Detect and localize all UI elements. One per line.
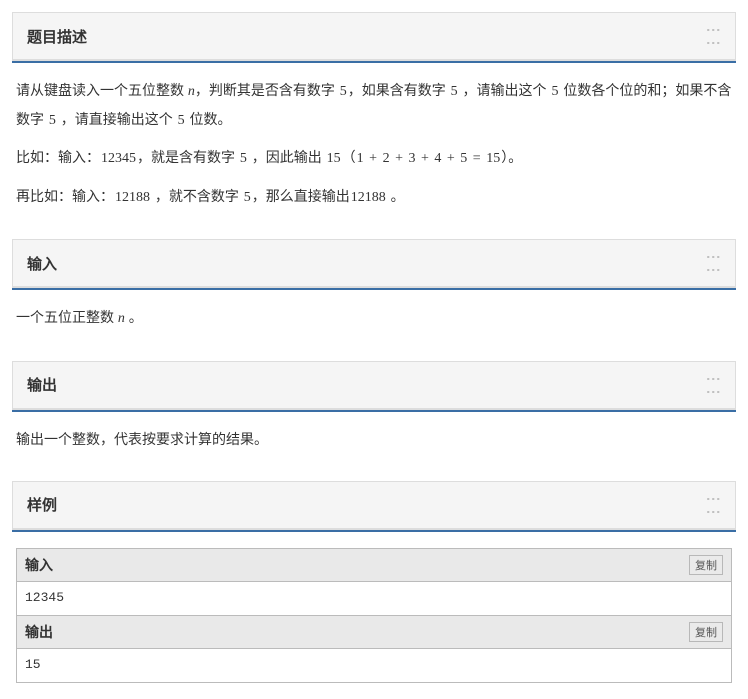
description-para-2: 比如：输入：12345，就是含有数字 5 ，因此输出 15（1 + 2 + 3 … xyxy=(16,144,732,173)
sample-input-label: 输入 xyxy=(25,552,53,579)
output-title: 输出 xyxy=(27,374,57,395)
sample-input-header: 输入 复制 xyxy=(17,549,731,583)
sample-output-header: 输出 复制 xyxy=(17,615,731,650)
sample-panel: 样例 ⋮⋮ xyxy=(12,481,736,530)
drag-handle-icon[interactable]: ⋮⋮ xyxy=(707,23,721,49)
problem-description-panel: 题目描述 ⋮⋮ xyxy=(12,12,736,61)
output-body: 输出一个整数，代表按要求计算的结果。 xyxy=(12,412,736,481)
copy-input-button[interactable]: 复制 xyxy=(689,555,723,575)
input-title: 输入 xyxy=(27,253,57,274)
sample-input-value: 12345 xyxy=(17,582,731,615)
description-title: 题目描述 xyxy=(27,26,87,47)
input-body: 一个五位正整数 n 。 xyxy=(12,290,736,361)
input-text: 一个五位正整数 n 。 xyxy=(16,304,732,333)
description-para-3: 再比如：输入：12188 ，就不含数字 5，那么直接输出12188 。 xyxy=(16,183,732,212)
sample-box: 输入 复制 12345 输出 复制 15 xyxy=(16,548,732,684)
drag-handle-icon[interactable]: ⋮⋮ xyxy=(707,492,721,518)
sample-body: 输入 复制 12345 输出 复制 15 xyxy=(12,532,736,688)
output-text: 输出一个整数，代表按要求计算的结果。 xyxy=(16,426,732,453)
description-para-1: 请从键盘读入一个五位整数 n，判断其是否含有数字 5，如果含有数字 5 ，请输出… xyxy=(16,77,732,134)
sample-output-label: 输出 xyxy=(25,619,53,646)
output-heading: 输出 ⋮⋮ xyxy=(13,362,735,409)
drag-handle-icon[interactable]: ⋮⋮ xyxy=(707,250,721,276)
input-panel: 输入 ⋮⋮ xyxy=(12,239,736,288)
input-heading: 输入 ⋮⋮ xyxy=(13,240,735,287)
drag-handle-icon[interactable]: ⋮⋮ xyxy=(707,372,721,398)
description-body: 请从键盘读入一个五位整数 n，判断其是否含有数字 5，如果含有数字 5 ，请输出… xyxy=(12,63,736,239)
sample-output-value: 15 xyxy=(17,649,731,682)
copy-output-button[interactable]: 复制 xyxy=(689,622,723,642)
sample-title: 样例 xyxy=(27,494,57,515)
sample-heading: 样例 ⋮⋮ xyxy=(13,482,735,529)
output-panel: 输出 ⋮⋮ xyxy=(12,361,736,410)
description-heading: 题目描述 ⋮⋮ xyxy=(13,13,735,60)
